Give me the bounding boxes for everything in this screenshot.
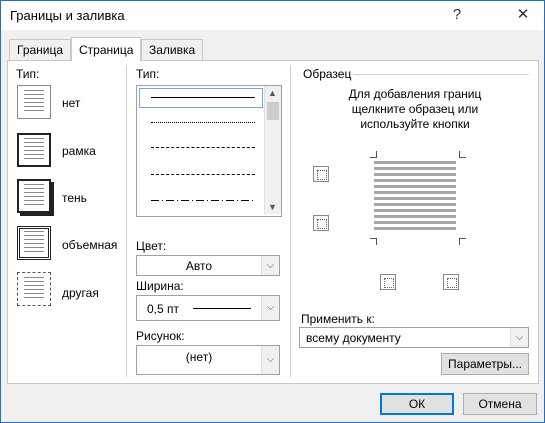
apply-to-label: Применить к:: [301, 312, 375, 326]
apply-to-value: всему документу: [306, 331, 401, 345]
color-select[interactable]: Авто ⌵: [136, 255, 280, 276]
preview-hint-line-1: Для добавления границ: [348, 87, 482, 101]
line-style-selected[interactable]: [139, 88, 263, 108]
line-style-scrollbar[interactable]: ▲ ▼: [264, 86, 281, 214]
tab-shading[interactable]: Заливка: [141, 39, 204, 60]
setting-custom-icon[interactable]: [17, 272, 51, 306]
preview-divider: [353, 74, 529, 75]
border-right-button[interactable]: [443, 274, 459, 290]
tab-shading-label: Заливка: [149, 43, 196, 57]
scroll-thumb[interactable]: [267, 102, 279, 120]
line-style-list[interactable]: ▲ ▼: [136, 85, 282, 217]
column-separator: [126, 65, 127, 377]
art-label: Рисунок:: [136, 329, 185, 343]
corner-mark: [370, 238, 377, 245]
setting-label: Тип:: [16, 67, 40, 81]
window-title: Границы и заливка: [10, 8, 125, 23]
setting-none-icon[interactable]: [17, 85, 51, 119]
width-line-preview: [193, 308, 251, 309]
apply-to-select[interactable]: всему документу ⌵: [299, 327, 529, 348]
border-bottom-button[interactable]: [313, 215, 329, 231]
color-value: Авто: [185, 259, 213, 273]
chevron-down-icon[interactable]: ⌵: [261, 346, 279, 374]
setting-box-icon[interactable]: [17, 133, 51, 167]
corner-mark: [370, 151, 377, 158]
preview-hint-line-2: щелкните образец или: [351, 102, 479, 116]
preview-page-text: [374, 161, 456, 233]
scroll-up-icon[interactable]: ▲: [268, 88, 277, 98]
tab-page-border[interactable]: Страница: [71, 37, 142, 61]
color-label: Цвет:: [136, 239, 167, 253]
tab-page-border-label: Страница: [79, 43, 134, 57]
chevron-down-icon[interactable]: ⌵: [510, 328, 528, 347]
scroll-down-icon[interactable]: ▼: [268, 202, 277, 212]
setting-custom-label[interactable]: другая: [62, 286, 99, 300]
setting-none-label[interactable]: нет: [62, 96, 80, 110]
setting-shadow-label[interactable]: тень: [62, 191, 87, 205]
chevron-down-icon[interactable]: ⌵: [261, 256, 279, 275]
setting-3d-icon[interactable]: [17, 226, 51, 260]
cancel-button[interactable]: Отмена: [463, 393, 537, 415]
preview-hint: Для добавления границ щелкните образец и…: [301, 87, 529, 132]
borders-and-shading-dialog: Границы и заливка ? ✕ Граница Страница З…: [0, 0, 545, 423]
setting-3d-label[interactable]: объемная: [62, 238, 117, 252]
help-icon[interactable]: ?: [446, 5, 468, 25]
line-style-dashed[interactable]: [151, 174, 255, 175]
corner-mark: [459, 238, 466, 245]
tab-borders[interactable]: Граница: [9, 39, 72, 60]
setting-shadow-icon[interactable]: [17, 179, 51, 213]
tab-borders-label: Граница: [17, 43, 64, 57]
ok-button[interactable]: ОК: [380, 393, 454, 415]
column-separator: [290, 65, 291, 377]
options-button[interactable]: Параметры...: [441, 353, 529, 375]
close-icon[interactable]: ✕: [512, 5, 534, 25]
setting-box-label[interactable]: рамка: [62, 144, 96, 158]
line-style-solid[interactable]: [151, 97, 255, 98]
corner-mark: [459, 151, 466, 158]
border-top-button[interactable]: [313, 166, 329, 182]
width-label: Ширина:: [136, 279, 184, 293]
chevron-down-icon[interactable]: ⌵: [261, 296, 279, 320]
preview-hint-line-3: используйте кнопки: [360, 117, 470, 131]
width-value: 0,5 пт: [147, 302, 180, 316]
line-style-dashed-fine[interactable]: [151, 147, 255, 148]
style-label: Тип:: [136, 67, 160, 81]
preview-sample[interactable]: [370, 151, 466, 245]
width-select[interactable]: 0,5 пт ⌵: [136, 295, 280, 321]
border-left-button[interactable]: [380, 274, 396, 290]
line-style-dotted[interactable]: [151, 122, 255, 123]
art-select[interactable]: (нет) ⌵: [136, 345, 280, 375]
title-bar: Границы и заливка ? ✕: [1, 1, 544, 30]
art-value: (нет): [185, 350, 213, 364]
line-style-dash-dot[interactable]: [151, 200, 255, 201]
preview-label: Образец: [303, 67, 352, 81]
